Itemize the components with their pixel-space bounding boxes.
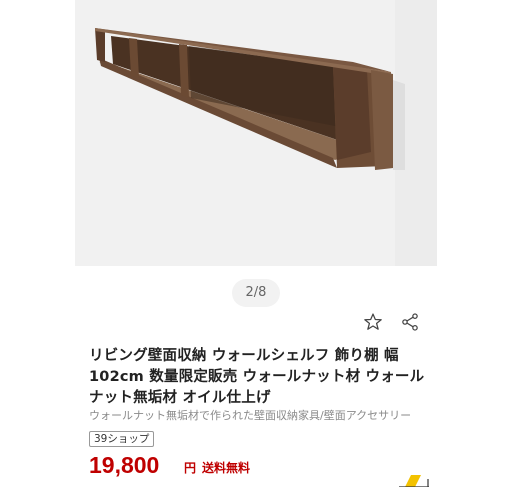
product-subtitle: ウォールナット無垢材で作られた壁面収納家具/壁面アクセサリー <box>89 409 412 422</box>
free-shipping-label: 送料無料 <box>202 461 251 475</box>
favorite-button[interactable] <box>360 309 386 335</box>
shop-badge: 39ショップ <box>89 431 155 447</box>
share-icon <box>402 313 418 331</box>
star-outline-icon <box>364 313 382 330</box>
product-image[interactable] <box>75 0 437 266</box>
walnut-shelf-illustration <box>75 0 437 266</box>
delivery-icon <box>395 467 431 487</box>
price-currency: 円 <box>184 461 197 475</box>
image-pager: 2/8 <box>232 279 280 307</box>
product-title: リビング壁面収納 ウォールシェルフ 飾り棚 幅102cm 数量限定販売 ウォール… <box>89 348 425 406</box>
product-price: 19,800 <box>89 452 160 478</box>
share-button[interactable] <box>397 309 423 335</box>
